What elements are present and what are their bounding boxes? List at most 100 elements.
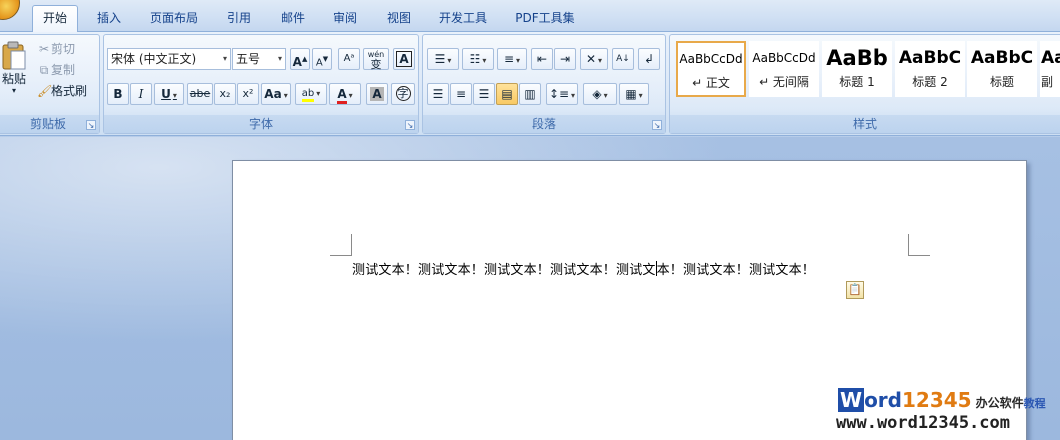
dialog-launcher-icon[interactable]: ↘	[405, 120, 415, 130]
style-heading-1[interactable]: AaBb 标题 1	[822, 41, 892, 97]
paragraph-group: ☰ ▾ ☷ ▾ ≡ ▾ ⇤ ⇥ ✕ ▾ A↓ ↲ ☰ ≡ ☰ ▤ ▥ ↕≡ ▾ ◈ ▾ ▦ ▾…	[422, 34, 666, 134]
multilevel-list-button[interactable]: ≡ ▾	[497, 48, 527, 70]
phonetic-guide-button[interactable]: wén 变	[363, 48, 389, 70]
paste-icon	[2, 41, 26, 70]
font-size-value: 五号	[236, 52, 261, 66]
paint-bucket-icon: ◈	[592, 87, 602, 101]
bullets-button[interactable]: ☰ ▾	[427, 48, 459, 70]
align-left-button[interactable]: ☰	[427, 83, 449, 105]
align-right-button[interactable]: ☰	[473, 83, 495, 105]
chevron-down-icon: ▾	[283, 91, 288, 100]
superscript-button[interactable]: x²	[237, 83, 259, 105]
chevron-down-icon: ▾	[316, 89, 321, 98]
distributed-icon: ▥	[524, 87, 536, 101]
style-name: 标题 1	[839, 75, 875, 89]
shading-button[interactable]: ◈ ▾	[583, 83, 617, 105]
tab-mailings[interactable]: 邮件	[270, 6, 316, 32]
tab-references[interactable]: 引用	[216, 6, 262, 32]
tab-page-layout[interactable]: 页面布局	[140, 6, 208, 32]
margin-corner-mark	[330, 234, 352, 256]
char-border-button[interactable]: A	[393, 48, 415, 70]
chevron-down-icon: ▾	[11, 86, 16, 95]
office-button-icon[interactable]	[0, 0, 20, 20]
style-heading-2[interactable]: AaBbC 标题 2	[895, 41, 965, 97]
text-before-caret: 测试文本！测试文本！测试文本！测试文本！测试文	[352, 263, 656, 278]
change-case-button[interactable]: Aa ▾	[261, 83, 291, 105]
decrease-indent-icon: ⇤	[536, 52, 548, 66]
justify-button[interactable]: ▤	[496, 83, 518, 105]
dialog-launcher-icon[interactable]: ↘	[86, 120, 96, 130]
format-painter-button[interactable]: 🖌格式刷	[37, 81, 97, 101]
styles-group-label: 样式	[670, 115, 1060, 133]
multilevel-list-icon: ≡	[503, 52, 515, 66]
chevron-down-icon: ▾	[447, 56, 452, 65]
justify-icon: ▤	[501, 87, 513, 101]
line-spacing-icon: ↕≡	[548, 87, 570, 101]
dialog-launcher-icon[interactable]: ↘	[652, 120, 662, 130]
decrease-indent-button[interactable]: ⇤	[531, 48, 553, 70]
chevron-down-icon: ▾	[172, 91, 177, 100]
paragraph-mark-icon: ↲	[643, 52, 655, 66]
asian-layout-button[interactable]: ✕ ▾	[580, 48, 608, 70]
numbering-button[interactable]: ☷ ▾	[462, 48, 494, 70]
tab-view[interactable]: 视图	[376, 6, 422, 32]
copy-icon: ⧉	[39, 63, 49, 77]
document-text[interactable]: 测试文本！测试文本！测试文本！测试文本！测试文本！测试文本！测试文本！	[352, 259, 912, 278]
enclose-char-button[interactable]: 字	[391, 83, 415, 105]
watermark-logo-num: 12345	[901, 388, 972, 412]
style-sample: AaBbC	[970, 48, 1034, 68]
asian-layout-icon: ✕	[585, 52, 597, 66]
bullets-icon: ☰	[434, 52, 446, 66]
bold-button[interactable]: B	[107, 83, 129, 105]
tab-home[interactable]: 开始	[32, 5, 78, 33]
style-name: ↵ 无间隔	[759, 75, 809, 89]
chevron-down-icon: ▾	[638, 91, 643, 100]
highlight-button[interactable]: ab ▾	[295, 83, 327, 105]
enclose-char-icon: 字	[395, 86, 411, 101]
style-name: ↵ 正文	[692, 76, 730, 90]
paste-button[interactable]: 粘贴 ▾	[0, 39, 29, 111]
style-no-spacing[interactable]: AaBbCcDd ↵ 无间隔	[749, 41, 819, 97]
watermark-logo-w: W	[838, 388, 865, 412]
distributed-button[interactable]: ▥	[519, 83, 541, 105]
text-after-caret: 本！测试文本！测试文本！	[656, 263, 816, 278]
show-marks-button[interactable]: ↲	[638, 48, 660, 70]
char-shading-button[interactable]: A	[366, 83, 388, 105]
sort-button[interactable]: A↓	[612, 48, 634, 70]
style-sample: AaBbCcDd	[679, 52, 743, 66]
style-subtitle[interactable]: Aa 副	[1040, 41, 1060, 97]
underline-icon: U	[161, 87, 171, 101]
clear-formatting-button[interactable]: Aᵃ	[338, 48, 360, 70]
font-group-label: 字体	[104, 115, 418, 133]
strikethrough-button[interactable]: abe	[187, 83, 213, 105]
style-name: 标题	[989, 75, 1014, 89]
line-spacing-button[interactable]: ↕≡ ▾	[546, 83, 578, 105]
copy-button[interactable]: ⧉ 复制	[37, 60, 97, 80]
style-name: 标题 2	[912, 75, 948, 89]
subscript-icon: x₂	[219, 87, 231, 100]
style-normal[interactable]: AaBbCcDd ↵ 正文	[676, 41, 746, 97]
subscript-button[interactable]: x₂	[214, 83, 236, 105]
paste-options-icon[interactable]: 📋	[846, 281, 864, 299]
borders-button[interactable]: ▦ ▾	[619, 83, 649, 105]
tab-developer[interactable]: 开发工具	[428, 6, 498, 32]
cut-button[interactable]: ✂ 剪切	[37, 39, 97, 59]
tab-review[interactable]: 审阅	[322, 6, 368, 32]
font-size-select[interactable]: 五号 ▾	[232, 48, 286, 70]
increase-indent-button[interactable]: ⇥	[554, 48, 576, 70]
tab-pdf-tools[interactable]: PDF工具集	[506, 6, 584, 32]
font-name-select[interactable]: 宋体 (中文正文) ▾	[107, 48, 231, 70]
highlight-icon: ab	[301, 88, 315, 102]
style-title[interactable]: AaBbC 标题	[967, 41, 1037, 97]
font-color-button[interactable]: A ▾	[329, 83, 361, 105]
paragraph-group-label: 段落	[423, 115, 665, 133]
italic-button[interactable]: I	[130, 83, 152, 105]
clipboard-group-label: 剪贴板	[0, 115, 99, 133]
align-center-button[interactable]: ≡	[450, 83, 472, 105]
underline-button[interactable]: U ▾	[154, 83, 184, 105]
numbering-icon: ☷	[469, 52, 481, 66]
clear-formatting-icon: Aᵃ	[343, 53, 355, 64]
shrink-font-button[interactable]: A▼	[312, 48, 332, 70]
tab-insert[interactable]: 插入	[86, 6, 132, 32]
grow-font-button[interactable]: A▲	[290, 48, 310, 70]
